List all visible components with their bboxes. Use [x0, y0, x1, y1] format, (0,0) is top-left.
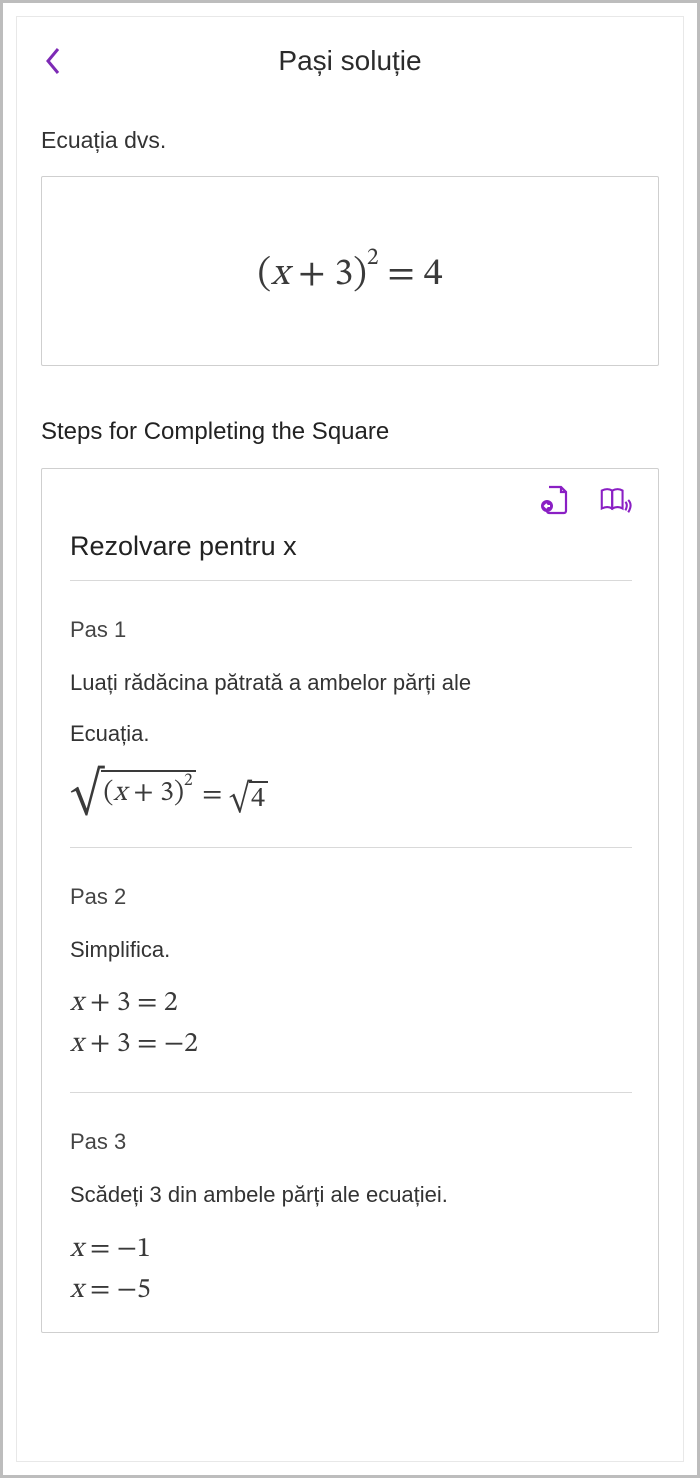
radical-icon-2: √	[229, 785, 251, 821]
equation-var: x	[271, 256, 289, 294]
step1-exp: 2	[184, 773, 193, 790]
steps-card: Rezolvare pentru x Pas 1 Luați rădăcina …	[41, 468, 659, 1333]
step2-eq1-rest: + 3 = 2	[83, 989, 177, 1017]
step-3-equation-1: x = −1	[70, 1232, 632, 1267]
insert-page-icon	[539, 484, 571, 516]
step-3-label: Pas 3	[70, 1129, 632, 1155]
radical-icon: √	[70, 773, 103, 815]
panel-outer-frame: Pași soluție Ecuația dvs. (x + 3)2 = 4 S…	[0, 0, 700, 1478]
panel-inner: Pași soluție Ecuația dvs. (x + 3)2 = 4 S…	[17, 17, 683, 1461]
step-1-equation: √ (x + 3)2 = √ 4	[70, 770, 632, 817]
header-bar: Pași soluție	[41, 43, 659, 79]
step1-var: x	[113, 779, 126, 807]
equation-equals: = 4	[379, 256, 443, 294]
step-1-block: Pas 1 Luați rădăcina pătrată a ambelor p…	[70, 617, 632, 848]
step3-eq1-var: x	[70, 1235, 83, 1263]
page-title: Pași soluție	[65, 45, 635, 77]
step-2-block: Pas 2 Simplifica. x + 3 = 2 x + 3 = −2	[70, 884, 632, 1094]
solve-for-title: Rezolvare pentru x	[70, 531, 632, 581]
steps-section-title: Steps for Completing the Square	[41, 418, 659, 446]
back-button[interactable]	[41, 43, 65, 79]
step2-eq2-var: x	[70, 1030, 83, 1058]
paren-open: (	[257, 256, 271, 294]
sqrt-rhs: √ 4	[229, 781, 268, 817]
step3-eq2-var: x	[70, 1276, 83, 1304]
equation-plus: + 3)	[289, 256, 367, 294]
paren-open2: (	[103, 779, 113, 807]
equation-expression: (x + 3)2 = 4	[257, 243, 442, 299]
equation-section-label: Ecuația dvs.	[41, 127, 659, 154]
step-2-text: Simplifica.	[70, 936, 632, 965]
step-2-equation-2: x + 3 = −2	[70, 1027, 632, 1062]
step-3-equation-2: x = −5	[70, 1273, 632, 1308]
step-1-label: Pas 1	[70, 617, 632, 643]
sqrt-body-lhs: (x + 3)2	[101, 770, 195, 812]
equation-exponent: 2	[367, 246, 379, 270]
sqrt-lhs: √ (x + 3)2	[70, 770, 196, 812]
step-3-text: Scădeți 3 din ambele părți ale ecuației.	[70, 1181, 632, 1210]
sqrt-body-rhs: 4	[249, 781, 268, 817]
step-2-equation-1: x + 3 = 2	[70, 986, 632, 1021]
step-3-block: Pas 3 Scădeți 3 din ambele părți ale ecu…	[70, 1129, 632, 1308]
step3-eq2-rest: = −5	[83, 1276, 150, 1304]
insert-to-page-button[interactable]	[538, 483, 572, 517]
step1-plus: + 3)	[127, 779, 184, 807]
step-1-text-line2: Ecuația.	[70, 720, 632, 749]
step-1-text-line1: Luați rădăcina pătrată a ambelor părți a…	[70, 669, 632, 698]
read-aloud-icon	[598, 484, 632, 516]
chevron-left-icon	[44, 46, 62, 76]
equation-display-box: (x + 3)2 = 4	[41, 176, 659, 366]
step-2-label: Pas 2	[70, 884, 632, 910]
step1-equals: =	[202, 781, 229, 809]
read-aloud-button[interactable]	[598, 483, 632, 517]
step3-eq1-rest: = −1	[83, 1235, 150, 1263]
card-actions	[70, 483, 632, 517]
step2-eq2-rest: + 3 = −2	[83, 1030, 198, 1058]
step2-eq1-var: x	[70, 989, 83, 1017]
